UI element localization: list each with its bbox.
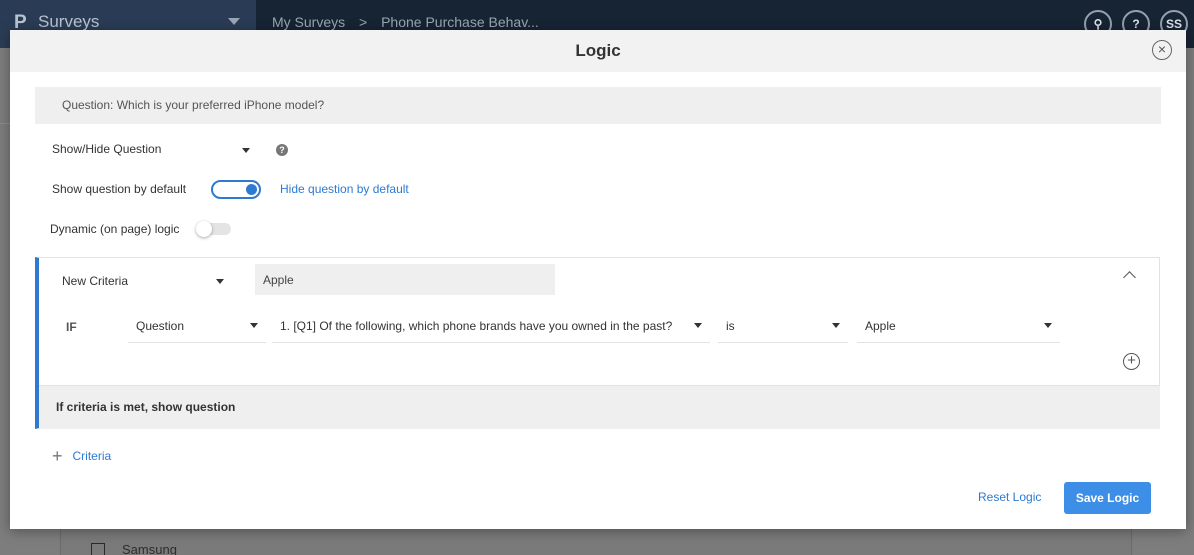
modal-title: Logic bbox=[575, 41, 621, 60]
background-checkbox bbox=[91, 543, 105, 555]
criteria-name-type-select[interactable]: New Criteria bbox=[62, 274, 128, 288]
breadcrumb-my-surveys[interactable]: My Surveys bbox=[272, 14, 345, 30]
criteria-value-select[interactable]: Apple bbox=[857, 307, 1060, 343]
brand-caret-icon bbox=[228, 18, 240, 25]
criteria-action-text: If criteria is met, show question bbox=[39, 385, 1160, 429]
question-text: Question: Which is your preferred iPhone… bbox=[35, 87, 1161, 124]
chevron-down-icon bbox=[250, 323, 258, 328]
criteria-block: New Criteria Apple IF Question 1. [Q1] O… bbox=[35, 257, 1160, 429]
background-question-card bbox=[60, 528, 1132, 555]
add-criteria-label: Criteria bbox=[72, 449, 112, 463]
hide-by-default-label[interactable]: Hide question by default bbox=[280, 182, 409, 196]
modal-header: Logic × bbox=[10, 30, 1186, 72]
chevron-down-icon[interactable] bbox=[216, 279, 224, 284]
dynamic-logic-label: Dynamic (on page) logic bbox=[50, 222, 180, 236]
criteria-question-value: 1. [Q1] Of the following, which phone br… bbox=[280, 319, 673, 333]
chevron-up-icon[interactable] bbox=[1123, 271, 1136, 284]
logic-modal: Logic × Question: Which is your preferre… bbox=[10, 30, 1186, 529]
criteria-source-value: Question bbox=[136, 319, 185, 333]
chevron-down-icon bbox=[832, 323, 840, 328]
help-icon[interactable]: ? bbox=[276, 144, 288, 156]
if-label: IF bbox=[66, 320, 77, 334]
criteria-operator-select[interactable]: is bbox=[718, 307, 848, 343]
dynamic-logic-toggle[interactable] bbox=[196, 221, 231, 237]
criteria-source-select[interactable]: Question bbox=[128, 307, 266, 343]
save-logic-button[interactable]: Save Logic bbox=[1064, 482, 1151, 514]
criteria-question-select[interactable]: 1. [Q1] Of the following, which phone br… bbox=[272, 307, 710, 343]
reset-logic-button[interactable]: Reset Logic bbox=[978, 490, 1041, 504]
toggle-knob bbox=[246, 184, 257, 195]
add-criteria-button[interactable]: + Criteria bbox=[52, 446, 111, 467]
plus-icon: + bbox=[52, 446, 63, 466]
chevron-down-icon[interactable] bbox=[242, 148, 250, 153]
default-visibility-toggle[interactable] bbox=[211, 180, 261, 199]
breadcrumb: My Surveys > Phone Purchase Behav... bbox=[272, 14, 549, 30]
close-icon[interactable]: × bbox=[1152, 40, 1172, 60]
background-option-label: Samsung bbox=[122, 542, 177, 555]
background-divider bbox=[0, 123, 10, 124]
add-condition-icon[interactable]: + bbox=[1123, 353, 1140, 370]
toggle-knob bbox=[196, 221, 212, 237]
criteria-operator-value: is bbox=[726, 319, 735, 333]
criteria-name-input[interactable]: Apple bbox=[255, 264, 555, 295]
logic-type-select[interactable]: Show/Hide Question bbox=[52, 142, 161, 156]
chevron-down-icon bbox=[1044, 323, 1052, 328]
criteria-value-value: Apple bbox=[865, 319, 896, 333]
show-by-default-label: Show question by default bbox=[52, 182, 187, 196]
breadcrumb-current-survey[interactable]: Phone Purchase Behav... bbox=[381, 14, 539, 30]
brand-name: Surveys bbox=[38, 12, 100, 31]
chevron-down-icon bbox=[694, 323, 702, 328]
breadcrumb-separator: > bbox=[359, 14, 368, 30]
